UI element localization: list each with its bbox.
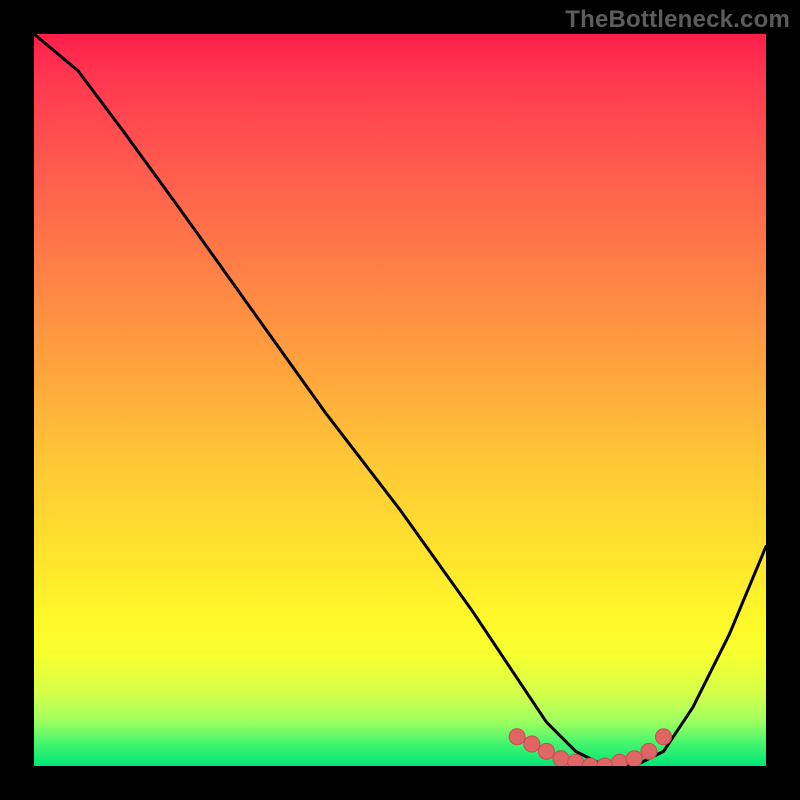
optimal-marker (524, 736, 540, 752)
chart-frame: TheBottleneck.com (0, 0, 800, 800)
optimal-marker (597, 758, 613, 766)
optimal-marker (626, 751, 642, 766)
bottleneck-curve (34, 34, 766, 766)
optimal-marker (656, 729, 672, 745)
optimal-marker (553, 751, 569, 766)
optimal-marker (582, 758, 598, 766)
plot-area (34, 34, 766, 766)
optimal-marker (568, 754, 584, 766)
optimal-marker (612, 754, 628, 766)
optimal-marker (641, 743, 657, 759)
optimal-marker (509, 729, 525, 745)
optimal-marker (538, 743, 554, 759)
watermark-text: TheBottleneck.com (565, 6, 790, 34)
curve-svg (34, 34, 766, 766)
